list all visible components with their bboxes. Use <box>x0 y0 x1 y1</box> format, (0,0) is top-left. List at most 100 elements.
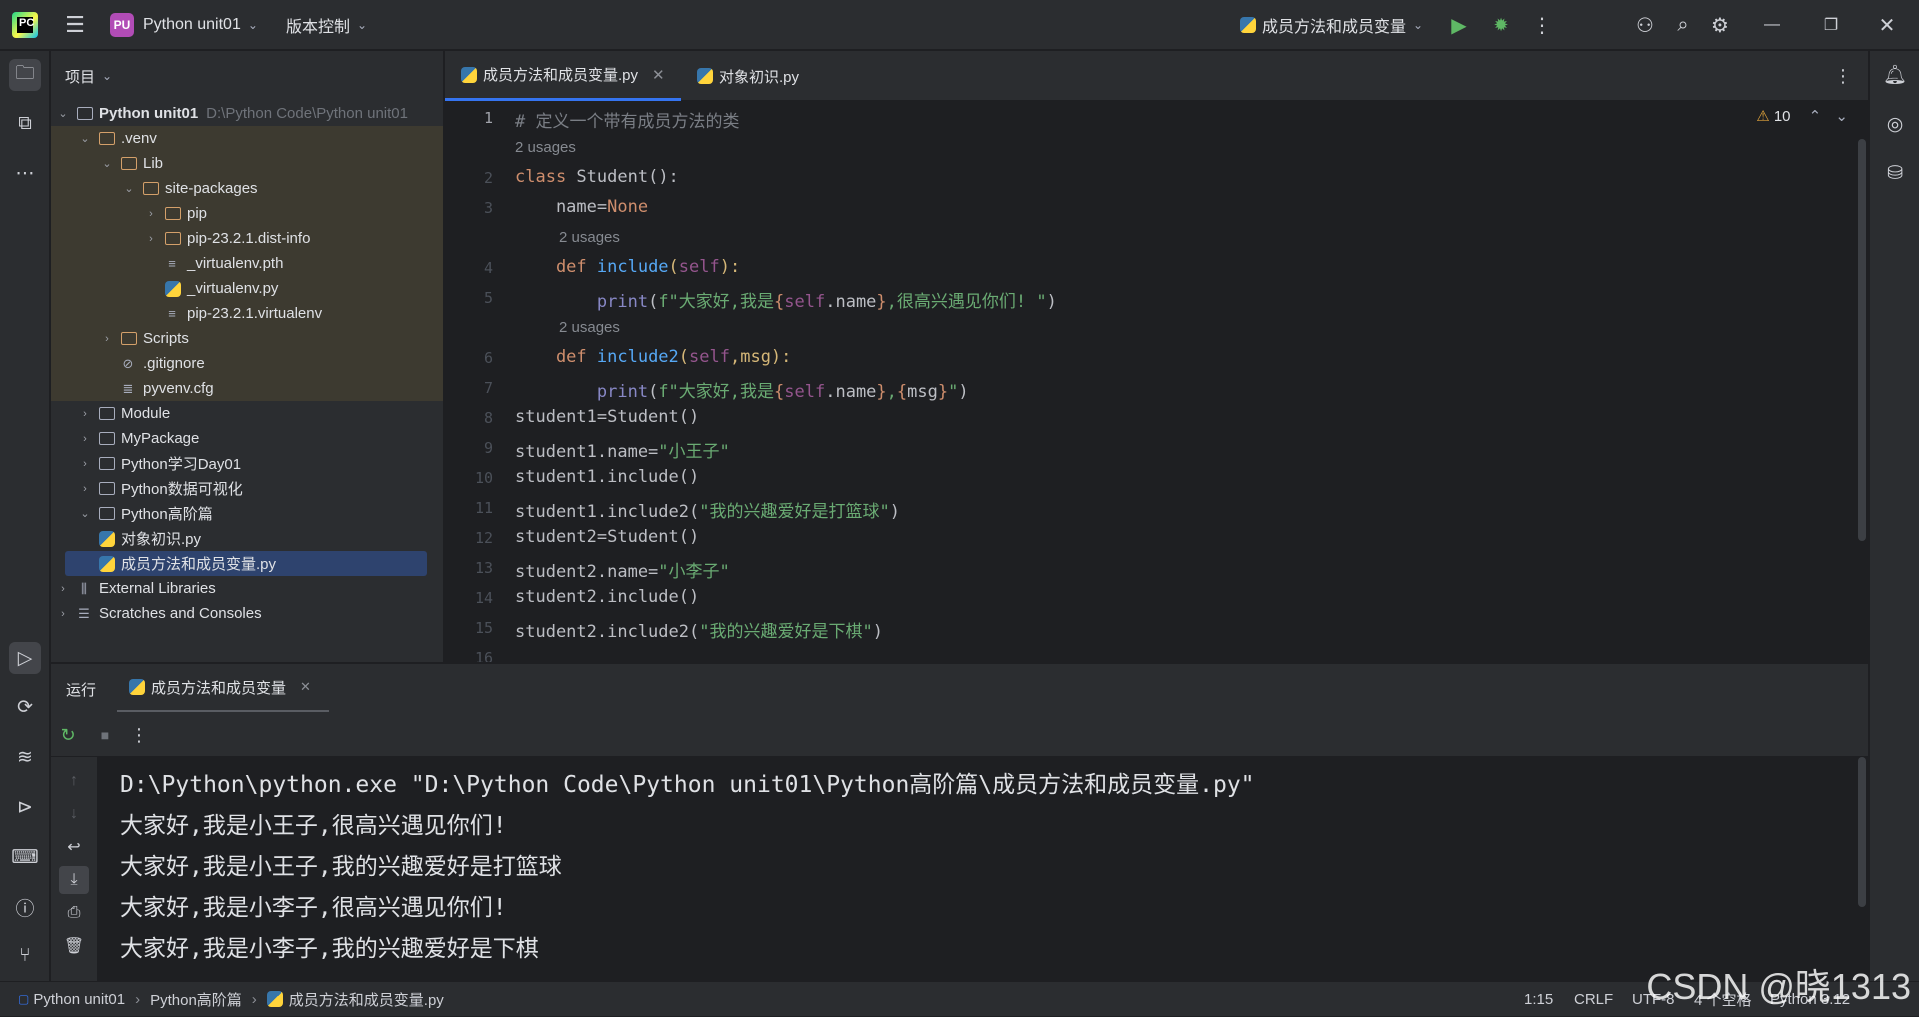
python-console-icon[interactable]: ⟳ <box>9 691 41 723</box>
expanded-arrow-icon[interactable]: ⌄ <box>99 157 115 170</box>
code-text: { <box>896 382 908 402</box>
code-editor[interactable]: 1 2 3 4 5 6 7 8 9 10 11 12 13 14 15 16 #… <box>445 101 1868 662</box>
tree-item-visualization[interactable]: › Python数据可视化 <box>51 476 443 501</box>
close-tab-icon[interactable]: ✕ <box>300 679 311 695</box>
collapsed-arrow-icon[interactable]: › <box>77 458 93 470</box>
project-panel-header[interactable]: 项目 ⌄ <box>51 51 443 101</box>
python-packages-icon[interactable]: ≋ <box>9 741 41 773</box>
editor-vertical-scrollbar[interactable] <box>1854 101 1868 662</box>
expanded-arrow-icon[interactable]: ⌄ <box>77 132 93 145</box>
problems-icon[interactable]: ⓘ <box>9 891 41 923</box>
tree-item-advanced[interactable]: ⌄ Python高阶篇 <box>51 501 443 526</box>
cursor-position[interactable]: 1:15 <box>1524 982 1553 1017</box>
console-scrollbar[interactable] <box>1858 757 1866 907</box>
tree-item-virtualenv-pth[interactable]: ≡ _virtualenv.pth <box>51 251 443 276</box>
breadcrumb-project[interactable]: Python unit01 <box>33 991 125 1008</box>
tree-item-venv[interactable]: ⌄ .venv <box>51 126 443 151</box>
search-icon[interactable]: ⌕ <box>1668 10 1698 40</box>
more-tools-icon[interactable]: ⋯ <box>9 157 41 189</box>
restore-icon[interactable]: ❐ <box>1816 10 1846 40</box>
code-text: ) <box>889 502 900 522</box>
collapsed-arrow-icon[interactable]: › <box>77 483 93 495</box>
tree-item-pyvenv-cfg[interactable]: ≣ pyvenv.cfg <box>51 376 443 401</box>
project-switcher[interactable]: PU Python unit01 ⌄ <box>110 0 258 50</box>
tree-item-mypackage[interactable]: › MyPackage <box>51 426 443 451</box>
collapsed-arrow-icon[interactable]: › <box>55 608 71 620</box>
run-more-icon[interactable]: ⋮ <box>122 718 156 752</box>
expanded-arrow-icon[interactable]: ⌄ <box>121 182 137 195</box>
vcs-menu[interactable]: 版本控制 ⌄ <box>286 0 367 50</box>
tree-item-lib[interactable]: ⌄ Lib <box>51 151 443 176</box>
settings-gear-icon[interactable]: ⚙ <box>1705 10 1735 40</box>
add-user-icon[interactable]: ⚇ <box>1630 10 1660 40</box>
tree-item-scratches[interactable]: › ☰ Scratches and Consoles <box>51 601 443 626</box>
tree-item-pip[interactable]: › pip <box>51 201 443 226</box>
run-tool-icon[interactable]: ▷ <box>9 642 41 674</box>
services-icon[interactable]: ⊳ <box>9 791 41 823</box>
database-icon[interactable]: ⛁ <box>1879 157 1911 189</box>
tree-item-day01[interactable]: › Python学习Day01 <box>51 451 443 476</box>
main-menu-icon[interactable]: ☰ <box>60 10 90 40</box>
terminal-icon[interactable]: ⌨ <box>9 841 41 873</box>
code-text: ) <box>1046 292 1057 312</box>
tree-item-member-methods[interactable]: 成员方法和成员变量.py <box>65 551 427 576</box>
soft-wrap-icon[interactable]: ↩ <box>59 833 89 861</box>
minimize-icon[interactable]: — <box>1757 10 1787 40</box>
chevron-up-icon[interactable]: ⌃ <box>1809 108 1822 125</box>
stop-icon[interactable]: ■ <box>88 718 122 752</box>
run-icon[interactable]: ▶ <box>1444 10 1474 40</box>
tree-item-module[interactable]: › Module <box>51 401 443 426</box>
tree-item-site-packages[interactable]: ⌄ site-packages <box>51 176 443 201</box>
tab-member-methods[interactable]: 成员方法和成员变量.py ✕ <box>445 51 681 101</box>
scroll-to-end-icon[interactable]: ⤓ <box>59 866 89 894</box>
debug-icon[interactable]: ✹ <box>1486 10 1516 40</box>
tree-item-virtualenv-py[interactable]: _virtualenv.py <box>51 276 443 301</box>
tab-options-icon[interactable]: ⋮ <box>1828 61 1858 91</box>
line-separator[interactable]: CRLF <box>1574 982 1613 1017</box>
tree-item-label: site-packages <box>165 180 258 197</box>
code-line-2: class Student(): <box>515 167 679 187</box>
print-icon[interactable]: ⎙ <box>59 899 89 927</box>
scrollbar-thumb[interactable] <box>1858 139 1866 541</box>
collapsed-arrow-icon[interactable]: › <box>77 408 93 420</box>
run-tab[interactable]: 成员方法和成员变量 ✕ <box>117 664 329 713</box>
expanded-arrow-icon[interactable]: ⌄ <box>55 107 71 120</box>
notifications-bell-icon[interactable]: 🔔︎ <box>1879 59 1911 91</box>
usage-hint[interactable]: 2 usages <box>559 319 620 336</box>
inspection-widget[interactable]: ⚠ 10 ⌃ ⌄ <box>1756 107 1848 125</box>
tab-object-intro[interactable]: 对象初识.py <box>681 51 815 101</box>
breadcrumb-folder[interactable]: Python高阶篇 <box>150 989 242 1010</box>
tree-item-gitignore[interactable]: ⊘ .gitignore <box>51 351 443 376</box>
arrow-up-icon[interactable]: ↑ <box>59 767 89 795</box>
collapsed-arrow-icon[interactable]: › <box>99 333 115 345</box>
chevron-down-icon[interactable]: ⌄ <box>1835 108 1848 125</box>
run-config-selector[interactable]: 成员方法和成员变量 ⌄ <box>1240 0 1423 50</box>
usage-hint[interactable]: 2 usages <box>559 229 620 246</box>
more-actions-icon[interactable]: ⋮ <box>1527 10 1557 40</box>
collapsed-arrow-icon[interactable]: › <box>143 208 159 220</box>
python-file-icon <box>461 66 477 83</box>
collapsed-arrow-icon[interactable]: › <box>143 233 159 245</box>
tree-item-object-intro[interactable]: 对象初识.py <box>51 526 443 551</box>
close-window-icon[interactable]: ✕ <box>1872 10 1902 40</box>
console-output[interactable]: D:\Python\python.exe "D:\Python Code\Pyt… <box>97 757 1868 981</box>
tree-item-pip-virtualenv[interactable]: ≡ pip-23.2.1.virtualenv <box>51 301 443 326</box>
tree-item-external-libraries[interactable]: › ⫼ External Libraries <box>51 576 443 601</box>
project-folder-icon[interactable]: 🗀 <box>9 59 41 91</box>
tree-item-root[interactable]: ⌄ Python unit01 D:\Python Code\Python uni… <box>51 101 443 126</box>
tree-item-scripts[interactable]: › Scripts <box>51 326 443 351</box>
tree-item-pip-dist-info[interactable]: › pip-23.2.1.dist-info <box>51 226 443 251</box>
collapsed-arrow-icon[interactable]: › <box>77 433 93 445</box>
breadcrumb-file[interactable]: 成员方法和成员变量.py <box>289 989 444 1010</box>
ai-assistant-icon[interactable]: ◎ <box>1879 108 1911 140</box>
usage-hint[interactable]: 2 usages <box>515 139 576 156</box>
git-icon[interactable]: ⑂ <box>9 940 41 972</box>
expanded-arrow-icon[interactable]: ⌄ <box>77 507 93 520</box>
collapsed-arrow-icon[interactable]: › <box>55 583 71 595</box>
structure-icon[interactable]: ⧉ <box>9 108 41 140</box>
keyword: class <box>515 167 577 187</box>
close-tab-icon[interactable]: ✕ <box>652 66 665 84</box>
rerun-icon[interactable]: ↻ <box>51 718 85 752</box>
trash-icon[interactable]: 🗑︎ <box>59 932 89 960</box>
arrow-down-icon[interactable]: ↓ <box>59 800 89 828</box>
